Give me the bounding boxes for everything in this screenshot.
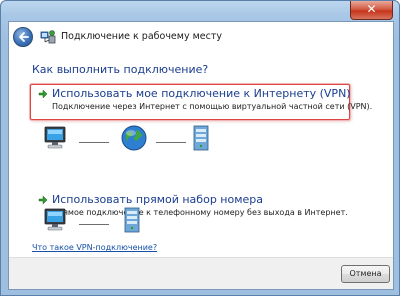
connection-line	[79, 224, 109, 225]
computer-icon	[44, 126, 66, 149]
connection-line	[156, 142, 186, 143]
green-arrow-icon	[38, 89, 48, 99]
help-link-vpn[interactable]: Что такое VPN-подключение?	[32, 243, 157, 252]
dialup-diagram	[9, 204, 393, 238]
computer-icon	[44, 208, 66, 231]
back-button[interactable]	[13, 27, 33, 47]
footer-bar: Отмена	[9, 257, 393, 289]
option-vpn[interactable]: Использовать мое подключение к Интернету…	[30, 84, 372, 120]
globe-icon	[121, 125, 147, 151]
header-bar: Подключение к рабочему месту	[9, 22, 393, 52]
option-vpn-description: Подключение через Интернет с помощью вир…	[52, 102, 373, 111]
vpn-diagram	[9, 122, 393, 156]
cancel-button[interactable]: Отмена	[341, 265, 390, 283]
option-vpn-title: Использовать мое подключение к Интернету…	[52, 87, 351, 100]
wizard-content: Подключение к рабочему месту Как выполни…	[8, 21, 394, 290]
server-icon	[124, 207, 140, 233]
back-arrow-icon	[19, 32, 29, 42]
network-connection-icon	[40, 30, 56, 44]
close-icon: ✕	[366, 2, 377, 16]
server-icon	[193, 125, 209, 151]
page-question: Как выполнить подключение?	[32, 63, 209, 76]
connection-line	[79, 142, 109, 143]
close-button[interactable]: ✕	[350, 1, 393, 20]
window-title: Подключение к рабочему месту	[61, 31, 222, 42]
dialog-window: ✕ Подключение к рабочему месту Как выпол…	[0, 0, 400, 296]
